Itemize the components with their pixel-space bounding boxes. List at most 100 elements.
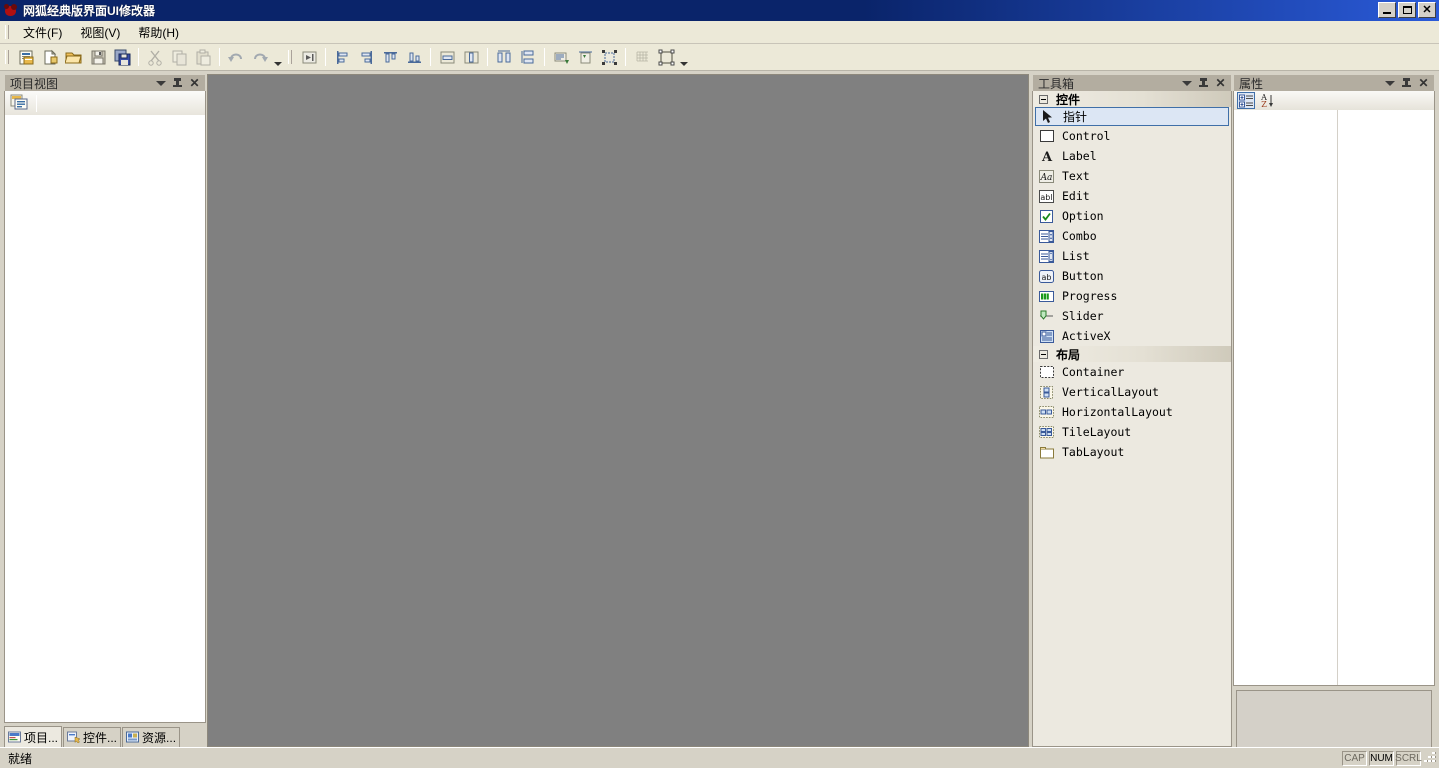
tab-resource[interactable]: 资源...	[122, 727, 181, 747]
tab-project-label: 项目...	[24, 730, 59, 745]
tab-order-button[interactable]	[298, 46, 320, 68]
toolbox-item-vertical-layout[interactable]: VerticalLayout	[1033, 382, 1231, 402]
toolbox-close-button[interactable]: ✕	[1215, 77, 1226, 89]
toolbox-item-control[interactable]: Control	[1033, 126, 1231, 146]
toolbar-overflow-button[interactable]	[272, 46, 283, 68]
toolbox-item-container[interactable]: Container	[1033, 362, 1231, 382]
tab-control-label: 控件...	[83, 731, 118, 745]
project-view-panel: 项目视图 ✕	[4, 74, 206, 724]
project-tree[interactable]	[4, 115, 206, 723]
toolbox-section-layout[interactable]: 布局	[1033, 346, 1231, 362]
toolbox-section-layout-label: 布局	[1056, 347, 1081, 362]
svg-text:abl: abl	[1040, 193, 1052, 202]
new-project-button[interactable]	[15, 46, 37, 68]
project-list-icon[interactable]	[10, 94, 30, 112]
collapse-icon[interactable]	[1039, 94, 1048, 104]
toolbox-item-list[interactable]: List	[1033, 246, 1231, 266]
status-indicator-cap: CAP	[1342, 750, 1367, 766]
toolbar-separator	[625, 48, 626, 66]
align-left-button[interactable]	[331, 46, 353, 68]
test-dialog-button[interactable]	[655, 46, 677, 68]
toolbar-overflow-button-2[interactable]	[678, 46, 689, 68]
toolbox-dropdown-button[interactable]	[1181, 78, 1192, 89]
toolbox-pin-button[interactable]	[1198, 78, 1209, 89]
undo-button[interactable]	[225, 46, 247, 68]
close-button[interactable]: ✕	[1418, 2, 1436, 18]
toolbar-separator	[487, 48, 488, 66]
toolbox-item-label-label: Label	[1062, 149, 1097, 163]
size-to-grid-button[interactable]	[598, 46, 620, 68]
toolbox-item-tile-layout[interactable]: TileLayout	[1033, 422, 1231, 442]
maximize-button[interactable]	[1398, 2, 1416, 18]
toolbox-item-pointer[interactable]: 指针	[1035, 107, 1229, 126]
menu-help[interactable]: 帮助(H)	[129, 21, 188, 44]
collapse-icon[interactable]	[1039, 349, 1048, 359]
make-same-width-button[interactable]	[493, 46, 515, 68]
toolbox-item-tab-layout[interactable]: TabLayout	[1033, 442, 1231, 462]
cut-button[interactable]	[144, 46, 166, 68]
toolbox-item-button[interactable]: ab Button	[1033, 266, 1231, 286]
properties-header: 属性 ✕	[1233, 74, 1435, 91]
toggle-grid-button[interactable]	[631, 46, 653, 68]
toolbox-item-edit[interactable]: abl Edit	[1033, 186, 1231, 206]
align-bottom-button[interactable]	[403, 46, 425, 68]
properties-dropdown-button[interactable]	[1384, 78, 1395, 89]
menubar-grip[interactable]	[4, 24, 11, 40]
toolbox-item-option[interactable]: Option	[1033, 206, 1231, 226]
size-to-content-button[interactable]	[550, 46, 572, 68]
toolbox-item-button-label: Button	[1062, 269, 1104, 283]
save-all-button[interactable]	[111, 46, 133, 68]
properties-close-button[interactable]: ✕	[1418, 77, 1429, 89]
toolbox-item-combo-label: Combo	[1062, 229, 1097, 243]
toolbox-item-text[interactable]: Aa Text	[1033, 166, 1231, 186]
center-horizontally-button[interactable]	[436, 46, 458, 68]
menu-file[interactable]: 文件(F)	[14, 21, 71, 44]
button-ab-icon: ab	[1039, 269, 1054, 284]
toolbox-item-label[interactable]: A Label	[1033, 146, 1231, 166]
new-file-button[interactable]	[39, 46, 61, 68]
design-canvas[interactable]	[207, 74, 1029, 747]
toolbox-item-horizontal-layout[interactable]: HorizontalLayout	[1033, 402, 1231, 422]
toolbox-item-slider[interactable]: Slider	[1033, 306, 1231, 326]
toolbox-item-progress[interactable]: Progress	[1033, 286, 1231, 306]
pin-icon	[1402, 78, 1411, 88]
list-box-icon	[1039, 249, 1054, 264]
redo-button[interactable]	[249, 46, 271, 68]
container-icon	[1039, 365, 1054, 380]
resize-grip[interactable]	[1423, 751, 1437, 765]
project-view-dropdown-button[interactable]	[155, 78, 166, 89]
toolbox-item-list-label: List	[1062, 249, 1090, 263]
center-vertically-button[interactable]	[460, 46, 482, 68]
alphabetical-button[interactable]: A Z	[1259, 92, 1277, 109]
tab-control[interactable]: 控件...	[63, 727, 122, 747]
toolbar-grip-2[interactable]	[287, 49, 294, 65]
menu-view[interactable]: 视图(V)	[71, 21, 129, 44]
paste-button[interactable]	[192, 46, 214, 68]
properties-column-splitter[interactable]	[1337, 110, 1338, 685]
copy-button[interactable]	[168, 46, 190, 68]
toolbox-item-option-label: Option	[1062, 209, 1104, 223]
properties-grid[interactable]	[1233, 110, 1435, 686]
properties-pin-button[interactable]	[1401, 78, 1412, 89]
toolbox-item-combo[interactable]: Combo	[1033, 226, 1231, 246]
project-view-pin-button[interactable]	[172, 78, 183, 89]
toolbar-separator	[544, 48, 545, 66]
toolbox-item-activex[interactable]: ActiveX	[1033, 326, 1231, 346]
align-right-button[interactable]	[355, 46, 377, 68]
tab-project[interactable]: 项目...	[4, 726, 63, 747]
label-A-icon: A	[1039, 149, 1054, 164]
toolbox-section-controls[interactable]: 控件	[1033, 91, 1231, 107]
open-button[interactable]	[63, 46, 85, 68]
space-across-button[interactable]	[574, 46, 596, 68]
categorized-button[interactable]	[1237, 92, 1255, 109]
pointer-icon	[1040, 109, 1055, 124]
minimize-button[interactable]	[1378, 2, 1396, 18]
toolbar-grip[interactable]	[4, 49, 11, 65]
toolbox-item-vertical-layout-label: VerticalLayout	[1062, 385, 1159, 399]
toolbar-separator	[325, 48, 326, 66]
project-view-close-button[interactable]: ✕	[189, 77, 200, 89]
make-same-height-button[interactable]	[517, 46, 539, 68]
align-top-button[interactable]	[379, 46, 401, 68]
svg-text:Aa: Aa	[1040, 173, 1053, 183]
save-button[interactable]	[87, 46, 109, 68]
